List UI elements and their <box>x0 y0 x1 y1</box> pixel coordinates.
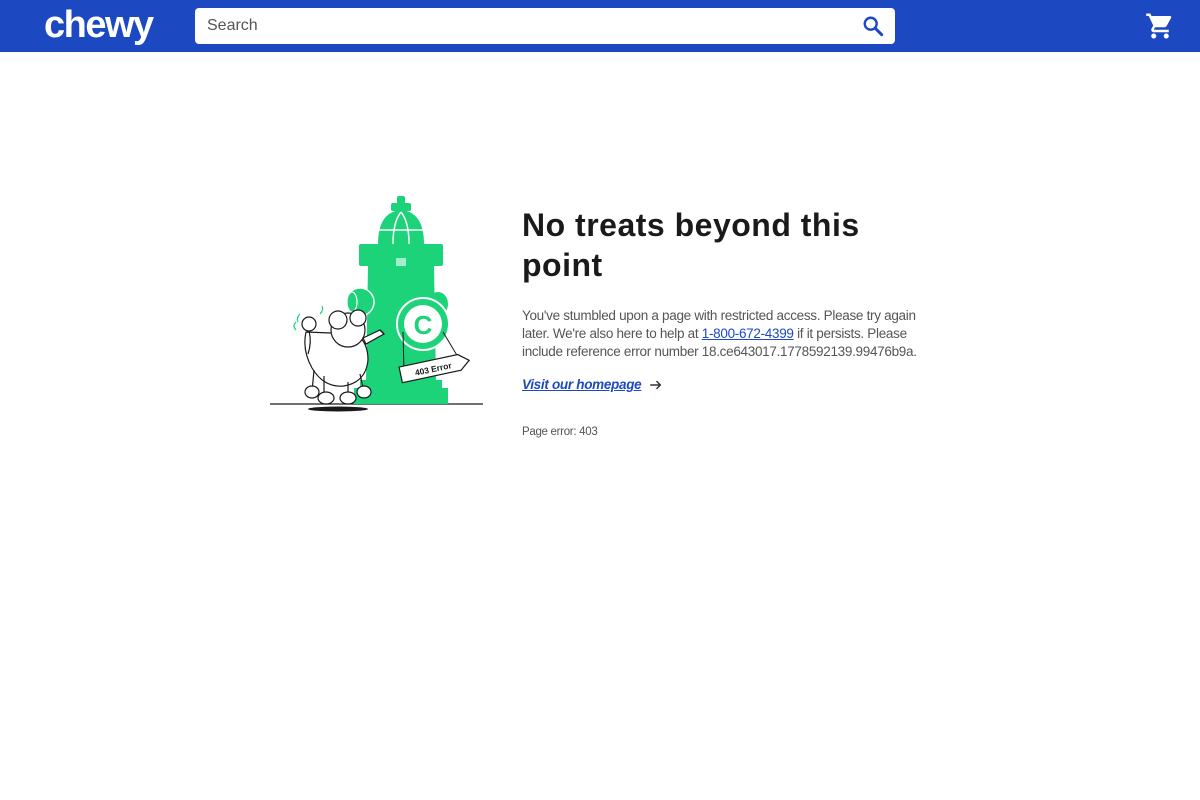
search-icon <box>863 16 884 37</box>
phone-link[interactable]: 1-800-672-4399 <box>702 326 794 341</box>
page-title: No treats beyond this point <box>522 207 860 283</box>
visit-homepage-link[interactable]: Visit our homepage <box>522 377 663 392</box>
logo-text: chewy <box>44 4 154 46</box>
search-button[interactable] <box>859 12 887 40</box>
page-error-code: Page error: 403 <box>522 426 598 438</box>
arrow-right-icon <box>650 380 662 389</box>
cart-button[interactable] <box>1142 9 1178 43</box>
search-input[interactable] <box>195 8 845 44</box>
hydrant-poodle-illustration: C 403 Error <box>268 192 488 414</box>
error-message: You've stumbled upon a page with restric… <box>522 307 942 361</box>
hydrant-top-knob <box>397 196 405 204</box>
chewy-logo[interactable]: chewy <box>42 4 162 48</box>
homepage-link-label: Visit our homepage <box>522 377 642 392</box>
hydrant-cap-ring <box>391 203 411 211</box>
hydrant-letter: C <box>414 310 433 340</box>
search-bar <box>195 8 895 44</box>
error-content: No treats beyond this point You've stumb… <box>522 205 942 438</box>
hydrant-dome <box>378 210 424 244</box>
wag-lines <box>293 313 301 331</box>
cart-icon <box>1146 13 1172 39</box>
hydrant-base-top <box>360 380 442 388</box>
top-header: chewy <box>0 0 1200 52</box>
